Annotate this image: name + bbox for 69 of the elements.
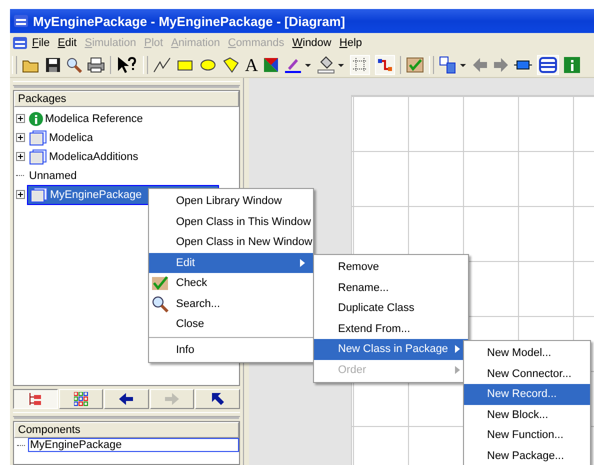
up-button[interactable]: [195, 389, 240, 409]
panel-header: Packages: [14, 91, 239, 107]
right-arrow-icon: [164, 392, 180, 406]
menu-item[interactable]: New Connector...: [464, 364, 590, 384]
search-icon[interactable]: [66, 57, 82, 73]
info-icon: [29, 112, 43, 126]
line-tool-icon[interactable]: [153, 57, 171, 73]
tree-item[interactable]: MyEnginePackage: [28, 438, 239, 452]
polygon-tool-icon[interactable]: [222, 57, 240, 73]
grid-icon: [74, 392, 88, 406]
help-pointer-icon[interactable]: [116, 56, 138, 74]
expand-icon[interactable]: [16, 133, 27, 142]
expand-icon[interactable]: [16, 190, 27, 199]
app-icon: [13, 14, 29, 28]
menu-item[interactable]: Rename...: [314, 278, 468, 298]
check-icon[interactable]: [406, 57, 424, 73]
tree-item[interactable]: ModelicaAdditions: [27, 148, 140, 166]
package-icon: [30, 186, 48, 202]
menu-item[interactable]: Extend From...: [314, 318, 468, 339]
tree-item[interactable]: Modelica: [27, 128, 96, 146]
menu-item[interactable]: Edit: [149, 252, 313, 273]
print-icon[interactable]: [87, 57, 105, 73]
menu-item[interactable]: Search...: [149, 294, 313, 314]
back-arrow-icon[interactable]: [472, 57, 488, 73]
panel-grip[interactable]: [13, 412, 240, 417]
back-button[interactable]: [104, 389, 149, 409]
paint-bucket-icon[interactable]: [317, 56, 345, 74]
menu-item[interactable]: Edit: [54, 37, 81, 49]
package-icon: [29, 130, 47, 146]
panel-grip[interactable]: [13, 81, 240, 86]
menu-item[interactable]: Help: [335, 37, 366, 49]
menu-item[interactable]: New Block...: [464, 404, 590, 425]
window-title: MyEnginePackage - MyEnginePackage - [Diagram]: [33, 14, 346, 28]
save-icon[interactable]: [45, 57, 61, 73]
rectangle-tool-icon[interactable]: [176, 58, 194, 72]
arrange-icon[interactable]: [439, 56, 467, 74]
line-color-icon[interactable]: [284, 56, 312, 74]
expand-icon[interactable]: [16, 152, 27, 161]
fill-color-icon[interactable]: [263, 57, 279, 73]
ellipse-tool-icon[interactable]: [199, 58, 217, 72]
grid-view-button[interactable]: [58, 389, 104, 409]
tree-icon: [28, 392, 42, 406]
menu-item[interactable]: Open Class in New Window: [149, 232, 313, 252]
package-icon[interactable]: [539, 57, 557, 73]
menu-item[interactable]: Duplicate Class: [314, 298, 468, 318]
menu-item[interactable]: New Record...: [464, 384, 590, 404]
menu-item[interactable]: Remove: [314, 257, 468, 278]
connector-icon[interactable]: [377, 57, 393, 73]
tree-item[interactable]: Unnamed: [27, 168, 79, 182]
forward-arrow-icon[interactable]: [493, 57, 509, 73]
menu-item[interactable]: File: [28, 37, 54, 49]
menu-item[interactable]: New Function...: [464, 425, 590, 446]
menu-item[interactable]: Close: [149, 314, 313, 334]
menu-item[interactable]: Check: [149, 273, 313, 294]
menu-item[interactable]: New Package...: [464, 446, 590, 465]
grid-icon[interactable]: [352, 57, 368, 73]
tree-item[interactable]: Modelica Reference: [27, 110, 145, 126]
left-arrow-icon: [118, 392, 134, 406]
menu-item[interactable]: Window: [288, 37, 336, 49]
menu-item[interactable]: Open Class in This Window: [149, 212, 313, 232]
package-icon: [29, 148, 47, 164]
panel-header: Components: [14, 422, 239, 438]
info-icon[interactable]: [564, 57, 580, 73]
menu-item[interactable]: New Class in Package: [314, 339, 468, 360]
text-tool-icon[interactable]: A: [245, 56, 258, 74]
tree-view-button[interactable]: [13, 389, 58, 409]
expand-icon[interactable]: [16, 114, 27, 123]
up-left-arrow-icon: [210, 392, 225, 406]
app-menu-icon: [12, 36, 28, 50]
